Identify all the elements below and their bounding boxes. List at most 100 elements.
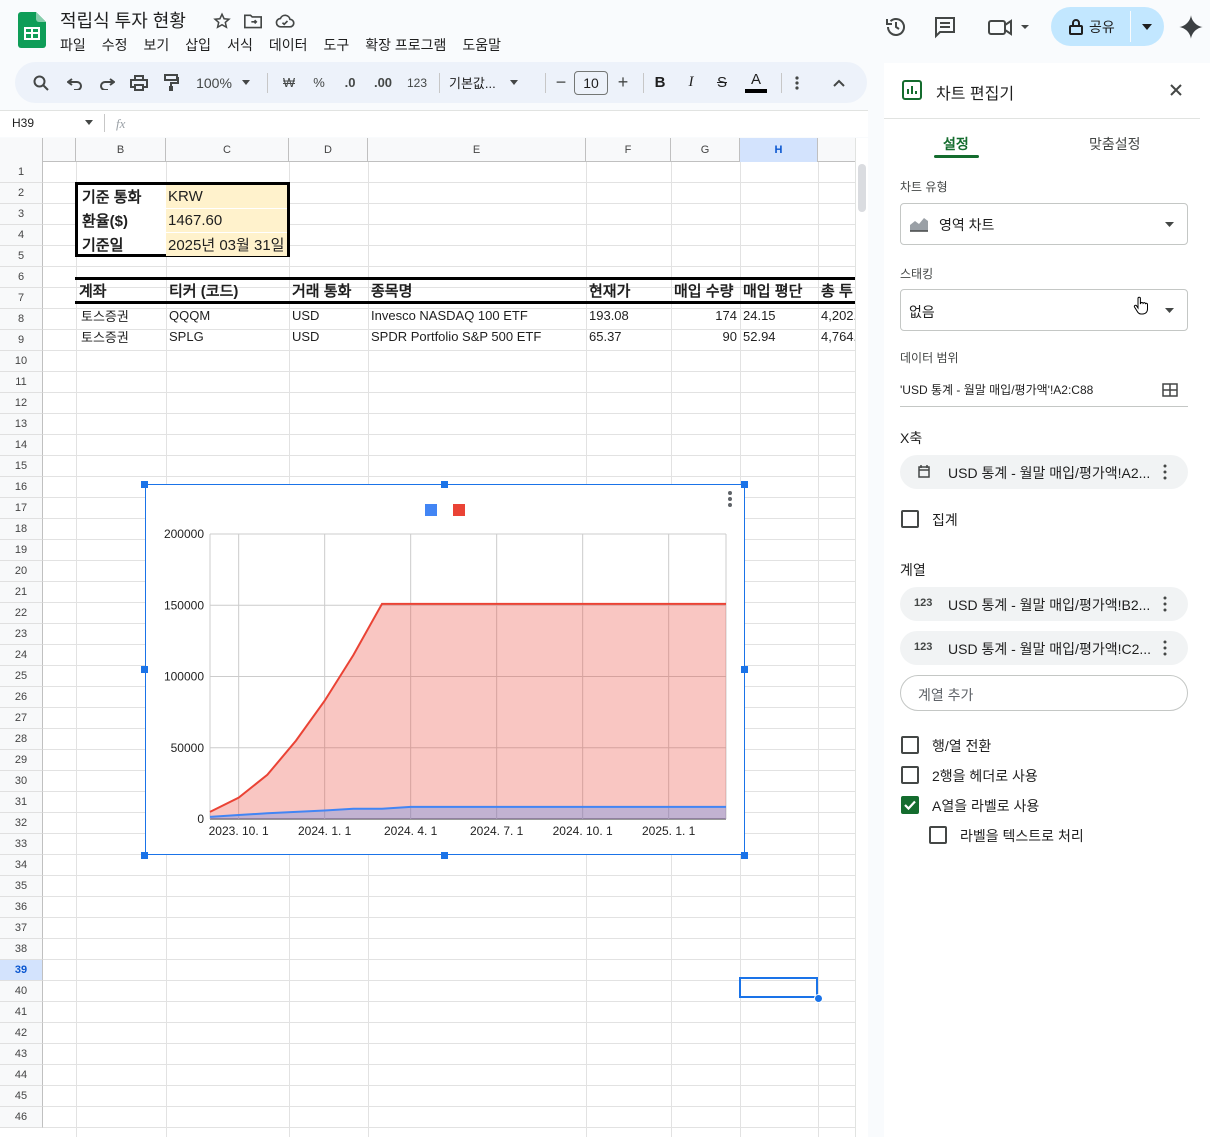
row-header[interactable]: 43: [0, 1044, 43, 1065]
tab-customize[interactable]: 맞춤설정: [1089, 134, 1141, 154]
table-cell[interactable]: 4,764.: [821, 326, 857, 347]
series-chip[interactable]: 123 USD 통계 - 월말 매입/평가액!C2...: [900, 631, 1188, 665]
row-header[interactable]: 2: [0, 183, 43, 204]
undo-icon[interactable]: [63, 62, 87, 103]
row-header[interactable]: 32: [0, 813, 43, 834]
select-range-icon[interactable]: [1162, 383, 1178, 397]
table-cell[interactable]: USD: [292, 326, 319, 347]
col-b-header[interactable]: B: [76, 138, 166, 162]
gemini-icon[interactable]: [1176, 12, 1206, 42]
row-header[interactable]: 23: [0, 624, 43, 645]
table-cell[interactable]: 52.94: [743, 326, 776, 347]
table-cell[interactable]: SPLG: [169, 326, 204, 347]
col-e-header[interactable]: E: [368, 138, 586, 162]
version-history-icon[interactable]: [881, 12, 911, 42]
chart-resize-handle[interactable]: [141, 852, 148, 859]
col-i-header[interactable]: [818, 138, 858, 162]
chart-resize-handle[interactable]: [741, 481, 748, 488]
row-header[interactable]: 8: [0, 309, 43, 330]
percent-format-button[interactable]: %: [307, 62, 331, 103]
close-icon[interactable]: [1169, 83, 1183, 97]
font-size-decrease-button[interactable]: −: [551, 62, 571, 103]
row-header[interactable]: 4: [0, 225, 43, 246]
row-header[interactable]: 22: [0, 603, 43, 624]
row-header[interactable]: 6: [0, 267, 43, 288]
chart-resize-handle[interactable]: [741, 852, 748, 859]
move-folder-icon[interactable]: [243, 12, 262, 30]
row-header[interactable]: 29: [0, 750, 43, 771]
row-header[interactable]: 46: [0, 1107, 43, 1128]
label-column-checkbox[interactable]: [901, 796, 919, 814]
row-header[interactable]: 34: [0, 855, 43, 876]
sheets-logo[interactable]: [18, 12, 46, 48]
row-header[interactable]: 39: [0, 960, 43, 981]
star-icon[interactable]: [213, 12, 231, 30]
row-header[interactable]: 13: [0, 414, 43, 435]
row-header[interactable]: 18: [0, 519, 43, 540]
stacking-select[interactable]: 없음: [900, 289, 1188, 331]
menu-extensions[interactable]: 확장 프로그램: [365, 35, 446, 55]
document-title[interactable]: 적립식 투자 현황: [60, 7, 186, 33]
row-header[interactable]: 10: [0, 351, 43, 372]
table-cell[interactable]: 193.08: [589, 305, 629, 326]
th-price[interactable]: 현재가: [589, 280, 630, 301]
text-color-button[interactable]: A: [743, 62, 769, 103]
row-header[interactable]: 21: [0, 582, 43, 603]
table-cell[interactable]: 토스증권: [81, 326, 129, 347]
chart-resize-handle[interactable]: [741, 666, 748, 673]
th-name[interactable]: 종목명: [371, 280, 412, 301]
menu-view[interactable]: 보기: [144, 35, 170, 55]
scrollbar-thumb[interactable]: [858, 164, 866, 212]
row-header[interactable]: 1: [0, 162, 43, 183]
col-d-header[interactable]: D: [289, 138, 368, 162]
switch-rows-columns-checkbox[interactable]: [901, 736, 919, 754]
chart-resize-handle[interactable]: [441, 481, 448, 488]
row-header[interactable]: 19: [0, 540, 43, 561]
font-select[interactable]: 기본값...: [449, 62, 531, 103]
row-header[interactable]: 14: [0, 435, 43, 456]
row-header[interactable]: 35: [0, 876, 43, 897]
th-account[interactable]: 계좌: [79, 280, 107, 301]
row-header[interactable]: 9: [0, 330, 43, 351]
menu-format[interactable]: 서식: [227, 35, 253, 55]
select-all-corner[interactable]: [0, 138, 43, 162]
more-vert-icon[interactable]: [1163, 640, 1167, 656]
print-icon[interactable]: [127, 62, 151, 103]
row-header[interactable]: 12: [0, 393, 43, 414]
chart-type-select[interactable]: 영역 차트: [900, 203, 1188, 245]
th-currency[interactable]: 거래 통화: [292, 280, 351, 301]
header-row-checkbox[interactable]: [901, 766, 919, 784]
aggregate-checkbox[interactable]: [901, 510, 919, 528]
x-axis-chip[interactable]: USD 통계 - 월말 매입/평가액!A2...: [900, 455, 1188, 489]
name-box-dropdown-icon[interactable]: [85, 120, 93, 125]
col-f-header[interactable]: F: [586, 138, 671, 162]
fill-handle[interactable]: [814, 994, 823, 1003]
selected-cell[interactable]: [739, 977, 818, 998]
th-qty[interactable]: 매입 수량: [674, 280, 733, 301]
chart-resize-handle[interactable]: [441, 852, 448, 859]
bold-button[interactable]: B: [649, 62, 671, 103]
data-range-value[interactable]: 'USD 통계 - 월말 매입/평가액'!A2:C88: [900, 381, 1170, 398]
table-cell[interactable]: 4,202.: [821, 305, 857, 326]
more-vert-icon[interactable]: [1163, 596, 1167, 612]
row-header[interactable]: 25: [0, 666, 43, 687]
table-cell[interactable]: 90: [671, 326, 737, 347]
table-row[interactable]: 토스증권 SPLG USD SPDR Portfolio S&P 500 ETF…: [75, 326, 857, 347]
row-header[interactable]: 36: [0, 897, 43, 918]
vertical-scrollbar[interactable]: [855, 138, 868, 1137]
row-header[interactable]: 28: [0, 729, 43, 750]
row-header[interactable]: 44: [0, 1065, 43, 1086]
row-header[interactable]: 37: [0, 918, 43, 939]
italic-button[interactable]: I: [680, 62, 702, 103]
table-cell[interactable]: 24.15: [743, 305, 776, 326]
font-size-input[interactable]: 10: [574, 71, 608, 95]
row-header[interactable]: 26: [0, 687, 43, 708]
row-header[interactable]: 20: [0, 561, 43, 582]
decrease-decimal-button[interactable]: .0: [337, 62, 363, 103]
series-chip[interactable]: 123 USD 통계 - 월말 매입/평가액!B2...: [900, 587, 1188, 621]
table-cell[interactable]: Invesco NASDAQ 100 ETF: [371, 305, 528, 326]
table-cell[interactable]: USD: [292, 305, 319, 326]
share-button[interactable]: 공유: [1051, 7, 1164, 46]
collapse-toolbar-icon[interactable]: [829, 62, 849, 103]
row-header[interactable]: 42: [0, 1023, 43, 1044]
